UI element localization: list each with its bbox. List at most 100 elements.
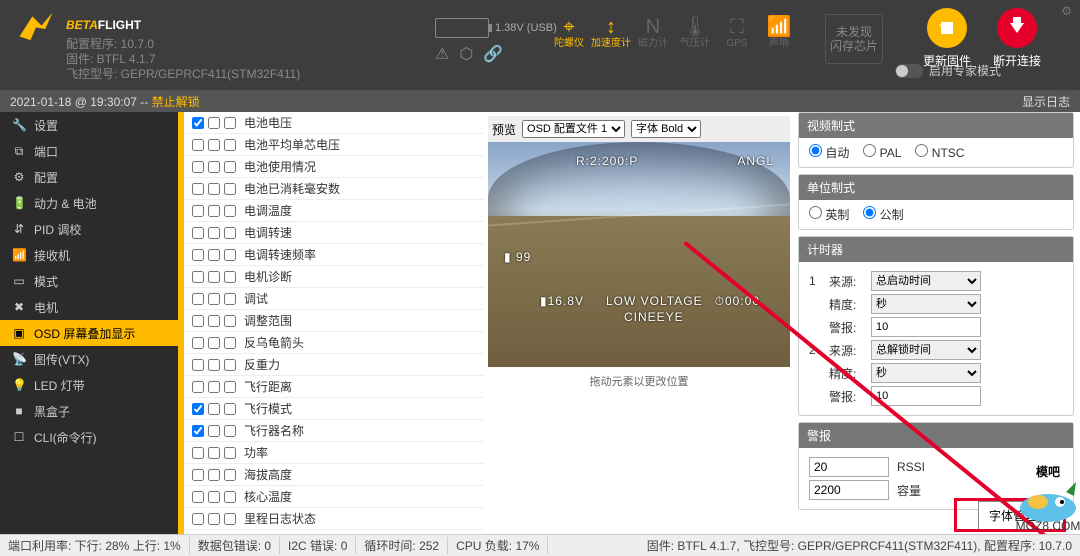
- osd-checkbox[interactable]: [192, 359, 204, 371]
- osd-checkbox[interactable]: [208, 271, 220, 283]
- radio-input[interactable]: [809, 206, 822, 219]
- video-format-option[interactable]: PAL: [863, 146, 901, 160]
- timer-precision-select[interactable]: 秒: [871, 363, 981, 383]
- osd-checkbox[interactable]: [224, 161, 236, 173]
- osd-checkbox[interactable]: [224, 403, 236, 415]
- osd-checkbox[interactable]: [192, 205, 204, 217]
- sidebar-item-3[interactable]: 🔋动力 & 电池: [0, 190, 178, 216]
- timer-source-select[interactable]: 总启动时间: [871, 271, 981, 291]
- video-format-option[interactable]: NTSC: [915, 146, 964, 160]
- osd-checkbox[interactable]: [208, 139, 220, 151]
- osd-checkbox[interactable]: [208, 469, 220, 481]
- osd-checkbox[interactable]: [224, 315, 236, 327]
- osd-checkbox[interactable]: [192, 447, 204, 459]
- osd-rate-text[interactable]: R:2:200:P: [576, 154, 638, 168]
- timer-precision-select[interactable]: 秒: [871, 294, 981, 314]
- osd-checkbox[interactable]: [224, 271, 236, 283]
- sidebar-item-6[interactable]: ▭模式: [0, 268, 178, 294]
- osd-checkbox[interactable]: [208, 293, 220, 305]
- radio-input[interactable]: [809, 144, 822, 157]
- alarm-value-input[interactable]: [809, 457, 889, 477]
- osd-checkbox[interactable]: [192, 381, 204, 393]
- osd-checkbox[interactable]: [224, 359, 236, 371]
- radio-input[interactable]: [863, 144, 876, 157]
- osd-checkbox[interactable]: [208, 227, 220, 239]
- osd-mode-text[interactable]: ANGL: [737, 154, 774, 168]
- osd-font-select[interactable]: 字体 Bold: [631, 120, 701, 138]
- osd-checkbox[interactable]: [208, 491, 220, 503]
- osd-checkbox[interactable]: [224, 447, 236, 459]
- osd-checkbox[interactable]: [208, 161, 220, 173]
- osd-checkbox[interactable]: [224, 513, 236, 525]
- osd-checkbox[interactable]: [208, 359, 220, 371]
- osd-checkbox[interactable]: [224, 139, 236, 151]
- sidebar-item-9[interactable]: 📡图传(VTX): [0, 346, 178, 372]
- osd-checkbox[interactable]: [192, 227, 204, 239]
- osd-checkbox[interactable]: [192, 491, 204, 503]
- osd-checkbox[interactable]: [192, 315, 204, 327]
- timer-source-select[interactable]: 总解锁时间: [871, 340, 981, 360]
- osd-checkbox[interactable]: [224, 249, 236, 261]
- sidebar-item-0[interactable]: 🔧设置: [0, 112, 178, 138]
- osd-checkbox[interactable]: [208, 447, 220, 459]
- osd-name-text[interactable]: CINEEYE: [624, 310, 684, 324]
- disconnect-button[interactable]: 断开连接: [990, 8, 1044, 69]
- osd-checkbox[interactable]: [224, 227, 236, 239]
- osd-checkbox[interactable]: [208, 425, 220, 437]
- timer-alarm-input[interactable]: [871, 317, 981, 337]
- osd-checkbox[interactable]: [208, 315, 220, 327]
- osd-checkbox[interactable]: [192, 249, 204, 261]
- update-firmware-button[interactable]: 更新固件: [920, 8, 974, 69]
- video-format-option[interactable]: 自动: [809, 146, 849, 160]
- osd-checkbox[interactable]: [192, 425, 204, 437]
- sidebar-item-10[interactable]: 💡LED 灯带: [0, 372, 178, 398]
- osd-volt-text[interactable]: ▮16.8V: [540, 294, 584, 308]
- osd-checkbox[interactable]: [224, 205, 236, 217]
- sidebar-item-2[interactable]: ⚙配置: [0, 164, 178, 190]
- osd-checkbox[interactable]: [192, 513, 204, 525]
- osd-checkbox[interactable]: [192, 183, 204, 195]
- osd-checkbox[interactable]: [192, 403, 204, 415]
- osd-checkbox[interactable]: [192, 293, 204, 305]
- osd-checkbox[interactable]: [208, 381, 220, 393]
- osd-checkbox[interactable]: [224, 469, 236, 481]
- osd-checkbox[interactable]: [208, 249, 220, 261]
- osd-rssi-text[interactable]: ▮ 99: [504, 250, 531, 264]
- settings-gear-icon[interactable]: ⚙: [1061, 4, 1072, 18]
- osd-checkbox[interactable]: [208, 117, 220, 129]
- sidebar-item-8[interactable]: ▣OSD 屏幕叠加显示: [0, 320, 178, 346]
- osd-checkbox[interactable]: [208, 183, 220, 195]
- osd-preview-canvas[interactable]: R:2:200:P ANGL ▮ 99 ▮16.8V LOW VOLTAGE C…: [488, 142, 790, 367]
- osd-checkbox[interactable]: [224, 337, 236, 349]
- osd-checkbox[interactable]: [192, 139, 204, 151]
- osd-checkbox[interactable]: [208, 513, 220, 525]
- sidebar-item-1[interactable]: ⧉端口: [0, 138, 178, 164]
- osd-checkbox[interactable]: [208, 337, 220, 349]
- sidebar-item-4[interactable]: ⇵PID 调校: [0, 216, 178, 242]
- sidebar-item-12[interactable]: ☐CLI(命令行): [0, 424, 178, 450]
- osd-checkbox[interactable]: [224, 491, 236, 503]
- osd-checkbox[interactable]: [208, 205, 220, 217]
- units-option[interactable]: 英制: [809, 208, 849, 222]
- osd-element-list[interactable]: 电池电压电池平均单芯电压电池使用情况电池已消耗毫安数电调温度电调转速电调转速频率…: [184, 112, 484, 534]
- osd-checkbox[interactable]: [224, 117, 236, 129]
- osd-checkbox[interactable]: [192, 337, 204, 349]
- units-option[interactable]: 公制: [863, 208, 903, 222]
- osd-lowvolt-text[interactable]: LOW VOLTAGE: [606, 294, 703, 308]
- sidebar-item-5[interactable]: 📶接收机: [0, 242, 178, 268]
- osd-checkbox[interactable]: [224, 425, 236, 437]
- sidebar-item-7[interactable]: ✖电机: [0, 294, 178, 320]
- osd-checkbox[interactable]: [192, 469, 204, 481]
- toggle-icon[interactable]: [895, 64, 923, 78]
- osd-checkbox[interactable]: [224, 183, 236, 195]
- radio-input[interactable]: [863, 206, 876, 219]
- osd-checkbox[interactable]: [224, 381, 236, 393]
- osd-checkbox[interactable]: [192, 117, 204, 129]
- osd-checkbox[interactable]: [192, 161, 204, 173]
- osd-checkbox[interactable]: [208, 403, 220, 415]
- osd-profile-select[interactable]: OSD 配置文件 1: [522, 120, 625, 138]
- osd-checkbox[interactable]: [224, 293, 236, 305]
- radio-input[interactable]: [915, 144, 928, 157]
- alarm-value-input[interactable]: [809, 480, 889, 500]
- osd-timer-text[interactable]: ⏱00:00: [715, 294, 760, 309]
